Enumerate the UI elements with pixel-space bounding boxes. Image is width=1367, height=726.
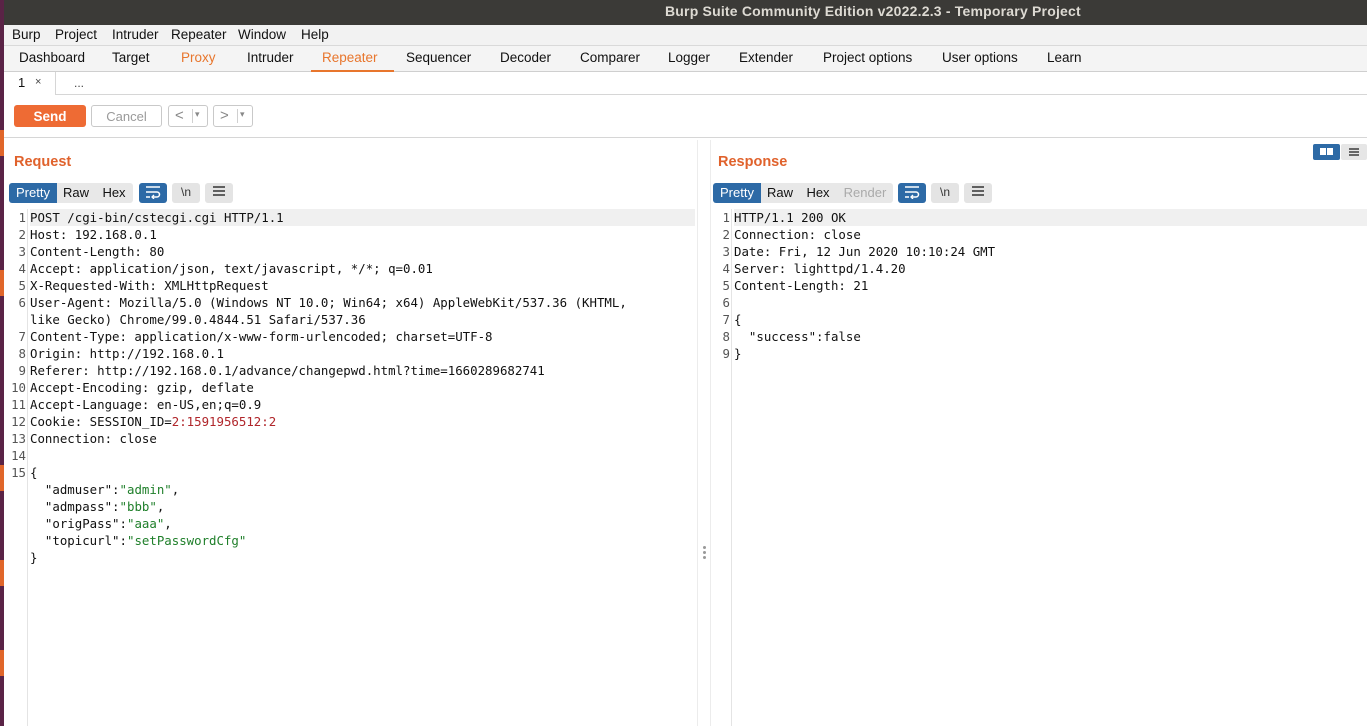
code-line-wrapped: like Gecko) Chrome/99.0.4844.51 Safari/5… xyxy=(30,312,366,327)
title-bar: Burp Suite Community Edition v2022.2.3 -… xyxy=(4,0,1367,25)
divider xyxy=(192,109,193,123)
menu-help[interactable]: Help xyxy=(301,27,329,42)
code-line: 6 User-Agent: Mozilla/5.0 (Windows NT 10.… xyxy=(18,295,627,310)
chevron-down-icon[interactable]: ▾ xyxy=(195,109,200,120)
code-line: 11 Accept-Language: en-US,en;q=0.9 xyxy=(11,397,262,412)
request-title: Request xyxy=(14,154,72,170)
code-line: 3 Date: Fri, 12 Jun 2020 10:10:24 GMT xyxy=(722,244,996,259)
request-view-tabs: Pretty Raw Hex \n xyxy=(9,183,239,203)
response-editor[interactable]: 1 HTTP/1.1 200 OK 2 Connection: close 3 Dat… xyxy=(712,209,1367,726)
code-line: 10 Accept-Encoding: gzip, deflate xyxy=(11,380,254,395)
code-line: 12 Cookie: SESSION_ID=2:1591956512:2 xyxy=(11,414,277,429)
main-tabs: Dashboard Target Proxy Intruder Repeater… xyxy=(4,46,1367,72)
request-tab-pretty[interactable]: Pretty xyxy=(9,183,57,203)
divider xyxy=(237,109,238,123)
send-button[interactable]: Send xyxy=(14,105,86,127)
code-line: 4 Server: lighttpd/1.4.20 xyxy=(722,261,906,276)
response-code: 1 HTTP/1.1 200 OK 2 Connection: close 3 Dat… xyxy=(722,209,1367,362)
json-line: "admpass":"bbb", xyxy=(44,499,165,514)
menu-icon[interactable] xyxy=(964,183,992,203)
response-tab-raw[interactable]: Raw xyxy=(761,183,799,203)
subtab-label: 1 xyxy=(18,75,26,90)
menu-repeater[interactable]: Repeater xyxy=(171,27,227,42)
layout-toggle xyxy=(1313,144,1367,160)
drag-handle-icon[interactable] xyxy=(703,546,706,560)
code-line: 9 Referer: http://192.168.0.1/advance/cha… xyxy=(18,363,545,378)
response-tab-render: Render xyxy=(837,183,893,203)
menu-intruder[interactable]: Intruder xyxy=(112,27,159,42)
pane-divider[interactable] xyxy=(697,140,711,726)
json-line: "admuser":"admin", xyxy=(44,482,180,497)
response-title: Response xyxy=(718,154,788,170)
request-tab-hex[interactable]: Hex xyxy=(95,183,133,203)
request-code: 1 POST /cgi-bin/cstecgi.cgi HTTP/1.1 2 Hos… xyxy=(11,209,695,566)
history-back-button[interactable]: < ▾ xyxy=(168,105,208,127)
close-icon[interactable]: × xyxy=(35,76,41,88)
tab-proxy[interactable]: Proxy xyxy=(181,50,216,65)
newline-icon[interactable]: \n xyxy=(172,183,200,203)
code-line: 1 POST /cgi-bin/cstecgi.cgi HTTP/1.1 xyxy=(19,209,695,226)
tab-target[interactable]: Target xyxy=(112,50,150,65)
menu-bar: Burp Project Intruder Repeater Window He… xyxy=(4,25,1367,46)
menu-window[interactable]: Window xyxy=(238,27,286,42)
split-view-icon[interactable] xyxy=(1313,144,1340,160)
json-line: } xyxy=(30,550,38,565)
response-tab-pretty[interactable]: Pretty xyxy=(713,183,761,203)
code-line: 5 X-Requested-With: XMLHttpRequest xyxy=(18,278,269,293)
menu-burp[interactable]: Burp xyxy=(12,27,41,42)
request-tab-raw[interactable]: Raw xyxy=(57,183,95,203)
code-line: 1 HTTP/1.1 200 OK xyxy=(723,209,1367,226)
chevron-down-icon[interactable]: ▾ xyxy=(240,109,245,120)
code-line: 14 xyxy=(11,448,26,463)
newline-icon[interactable]: \n xyxy=(931,183,959,203)
tab-user-options[interactable]: User options xyxy=(942,50,1018,65)
json-line: "origPass":"aaa", xyxy=(44,516,172,531)
code-line: 8 Origin: http://192.168.0.1 xyxy=(18,346,224,361)
tab-comparer[interactable]: Comparer xyxy=(580,50,640,65)
response-tab-hex[interactable]: Hex xyxy=(799,183,837,203)
request-editor[interactable]: 1 POST /cgi-bin/cstecgi.cgi HTTP/1.1 2 Hos… xyxy=(4,209,695,726)
tab-intruder[interactable]: Intruder xyxy=(247,50,294,65)
json-line: 9} xyxy=(722,346,742,361)
wrap-lines-icon[interactable] xyxy=(898,183,926,203)
code-line: 15{ xyxy=(11,465,38,480)
code-line: 2 Connection: close xyxy=(722,227,861,242)
tab-extender[interactable]: Extender xyxy=(739,50,793,65)
tab-project-options[interactable]: Project options xyxy=(823,50,912,65)
chevron-right-icon: > xyxy=(220,107,229,124)
tab-dashboard[interactable]: Dashboard xyxy=(19,50,85,65)
code-line: 7 Content-Type: application/x-www-form-ur… xyxy=(18,329,493,344)
tab-sequencer[interactable]: Sequencer xyxy=(406,50,471,65)
code-line: 13 Connection: close xyxy=(11,431,157,446)
cancel-button[interactable]: Cancel xyxy=(91,105,162,127)
subtab-1[interactable]: 1 × xyxy=(4,72,56,95)
json-line: 8 "success":false xyxy=(722,329,861,344)
code-line: 6 xyxy=(722,295,730,310)
tab-decoder[interactable]: Decoder xyxy=(500,50,551,65)
window-title: Burp Suite Community Edition v2022.2.3 -… xyxy=(665,3,1081,19)
code-line: 4 Accept: application/json, text/javascri… xyxy=(18,261,433,276)
tab-learn[interactable]: Learn xyxy=(1047,50,1082,65)
tab-repeater[interactable]: Repeater xyxy=(322,50,378,65)
stacked-view-icon[interactable] xyxy=(1341,144,1367,160)
repeater-toolbar: Send Cancel < ▾ > ▾ xyxy=(4,96,1367,138)
tab-logger[interactable]: Logger xyxy=(668,50,710,65)
code-line: 3 Content-Length: 80 xyxy=(18,244,165,259)
code-line: 7{ xyxy=(722,312,742,327)
wrap-lines-icon[interactable] xyxy=(139,183,167,203)
response-view-tabs: Pretty Raw Hex Render \n xyxy=(713,183,993,203)
json-line: "topicurl":"setPasswordCfg" xyxy=(44,533,247,548)
menu-icon[interactable] xyxy=(205,183,233,203)
cookie-value: 2:1591956512:2 xyxy=(171,414,277,429)
chevron-left-icon: < xyxy=(175,107,184,124)
history-forward-button[interactable]: > ▾ xyxy=(213,105,253,127)
repeater-subtabs: 1 × ... xyxy=(4,72,1367,95)
code-line: 5 Content-Length: 21 xyxy=(722,278,869,293)
code-line: 2 Host: 192.168.0.1 xyxy=(18,227,157,242)
menu-project[interactable]: Project xyxy=(55,27,97,42)
